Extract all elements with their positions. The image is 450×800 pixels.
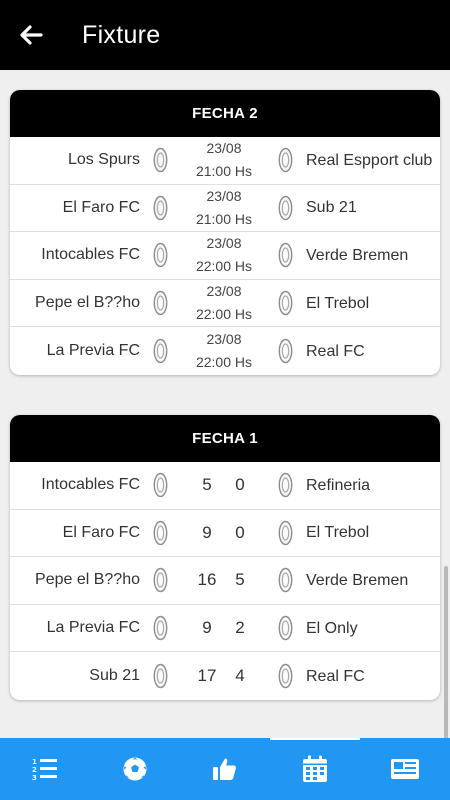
away-team-name: Verde Bremen: [306, 571, 409, 589]
match-datetime: 23/08 22:00 Hs: [178, 280, 270, 327]
match-datetime: 23/08 21:00 Hs: [178, 137, 270, 184]
match-row[interactable]: El Faro FC 23/08 21:00 Hs Sub 21: [10, 185, 440, 233]
svg-text:3: 3: [32, 774, 37, 782]
team-crest-icon: [278, 148, 293, 173]
match-row[interactable]: Pepe el B??ho 23/08 22:00 Hs El Trebol: [10, 280, 440, 328]
news-icon: [391, 759, 419, 779]
match-row[interactable]: Los Spurs 23/08 21:00 Hs Real Espport cl…: [10, 137, 440, 185]
home-team-name: Los Spurs: [67, 151, 140, 169]
match-date: 23/08: [206, 283, 242, 300]
home-score: 9: [202, 618, 212, 638]
away-score: 2: [235, 618, 245, 638]
home-team-name: La Previa FC: [46, 619, 140, 637]
team-crest-icon: [278, 243, 293, 268]
away-team-name: Real FC: [306, 342, 365, 360]
away-team-name: Verde Bremen: [306, 246, 409, 264]
back-button[interactable]: [0, 0, 62, 70]
home-score: 17: [197, 666, 217, 686]
app-bar: Fixture: [0, 0, 450, 70]
match-date: 23/08: [206, 187, 242, 204]
team-crest-icon: [278, 520, 293, 546]
home-team-name: Sub 21: [89, 667, 140, 685]
home-team-name: Intocables FC: [41, 246, 140, 264]
match-row[interactable]: El Faro FC 9 0 El Trebol: [10, 510, 440, 558]
bottom-navigation: 1 2 3: [0, 738, 450, 800]
away-score: 4: [235, 666, 245, 686]
thumbs-up-icon: [213, 758, 236, 780]
home-team-name: La Previa FC: [46, 342, 140, 360]
match-row[interactable]: Intocables FC 23/08 22:00 Hs Verde Breme…: [10, 232, 440, 280]
team-crest-icon: [278, 473, 293, 498]
away-score: 0: [235, 475, 245, 495]
home-score: 5: [202, 475, 212, 495]
nav-item-matches[interactable]: [90, 738, 180, 800]
home-score: 9: [202, 522, 212, 542]
team-crest-icon: [153, 520, 168, 546]
match-row[interactable]: Sub 21 17 4 Real FC: [10, 652, 440, 700]
round-title: FECHA 1: [10, 415, 440, 462]
home-team-name: Pepe el B??ho: [35, 571, 140, 589]
round-card: FECHA 1 Intocables FC 5 0 Refineria El F…: [10, 415, 440, 700]
home-score: 16: [197, 570, 217, 590]
team-crest-icon: [153, 615, 168, 641]
calendar-icon: [303, 755, 327, 782]
ranked-list-icon: 1 2 3: [32, 758, 57, 782]
scrollbar[interactable]: [444, 566, 448, 738]
away-team-name: El Trebol: [306, 524, 370, 542]
match-time: 21:00 Hs: [195, 163, 253, 180]
nav-item-news[interactable]: [360, 738, 450, 800]
round-title: FECHA 2: [10, 90, 440, 137]
team-crest-icon: [153, 663, 168, 689]
match-date: 23/08: [206, 140, 242, 157]
match-datetime: 23/08 21:00 Hs: [178, 185, 270, 232]
match-time: 22:00 Hs: [195, 306, 253, 323]
away-team-name: Refineria: [306, 476, 371, 494]
home-team-name: Intocables FC: [41, 476, 140, 494]
away-team-name: Real FC: [306, 667, 365, 685]
team-crest-icon: [153, 195, 168, 221]
away-score: 5: [235, 570, 245, 590]
soccer-ball-icon: [123, 757, 147, 781]
team-crest-icon: [278, 663, 293, 689]
match-row[interactable]: Intocables FC 5 0 Refineria: [10, 462, 440, 510]
match-datetime: 23/08 22:00 Hs: [178, 232, 270, 279]
match-time: 22:00 Hs: [195, 258, 253, 275]
nav-item-fixture[interactable]: [270, 738, 360, 800]
match-time: 21:00 Hs: [195, 210, 253, 227]
team-crest-icon: [278, 290, 293, 316]
home-team-name: El Faro FC: [62, 198, 140, 216]
match-date: 23/08: [206, 235, 242, 252]
match-row[interactable]: Pepe el B??ho 16 5 Verde Bremen: [10, 557, 440, 605]
match-date: 23/08: [206, 331, 242, 348]
team-crest-icon: [278, 568, 293, 593]
page-title: Fixture: [82, 20, 161, 49]
team-crest-icon: [153, 243, 168, 268]
away-score: 0: [235, 522, 245, 542]
team-crest-icon: [278, 195, 293, 221]
fixture-list[interactable]: FECHA 2 Los Spurs 23/08 21:00 Hs Real Es…: [0, 70, 450, 738]
svg-text:1: 1: [32, 758, 37, 766]
match-datetime: 23/08 22:00 Hs: [178, 327, 270, 375]
team-crest-icon: [153, 148, 168, 173]
away-team-name: Real Espport club: [306, 151, 433, 169]
away-team-name: El Only: [306, 619, 358, 637]
match-row[interactable]: La Previa FC 23/08 22:00 Hs Real FC: [10, 327, 440, 375]
round-card: FECHA 2 Los Spurs 23/08 21:00 Hs Real Es…: [10, 90, 440, 375]
nav-item-vote[interactable]: [180, 738, 270, 800]
home-team-name: Pepe el B??ho: [35, 294, 140, 312]
match-row[interactable]: La Previa FC 9 2 El Only: [10, 605, 440, 653]
arrow-left-icon: [20, 25, 43, 45]
away-team-name: Sub 21: [306, 199, 357, 217]
team-crest-icon: [153, 290, 168, 316]
team-crest-icon: [278, 338, 293, 364]
home-team-name: El Faro FC: [62, 523, 140, 541]
team-crest-icon: [153, 338, 168, 364]
team-crest-icon: [153, 473, 168, 498]
nav-item-standings[interactable]: 1 2 3: [0, 738, 90, 800]
match-time: 22:00 Hs: [195, 354, 253, 371]
team-crest-icon: [153, 568, 168, 593]
team-crest-icon: [278, 615, 293, 641]
svg-text:2: 2: [32, 766, 37, 774]
away-team-name: El Trebol: [306, 294, 370, 312]
